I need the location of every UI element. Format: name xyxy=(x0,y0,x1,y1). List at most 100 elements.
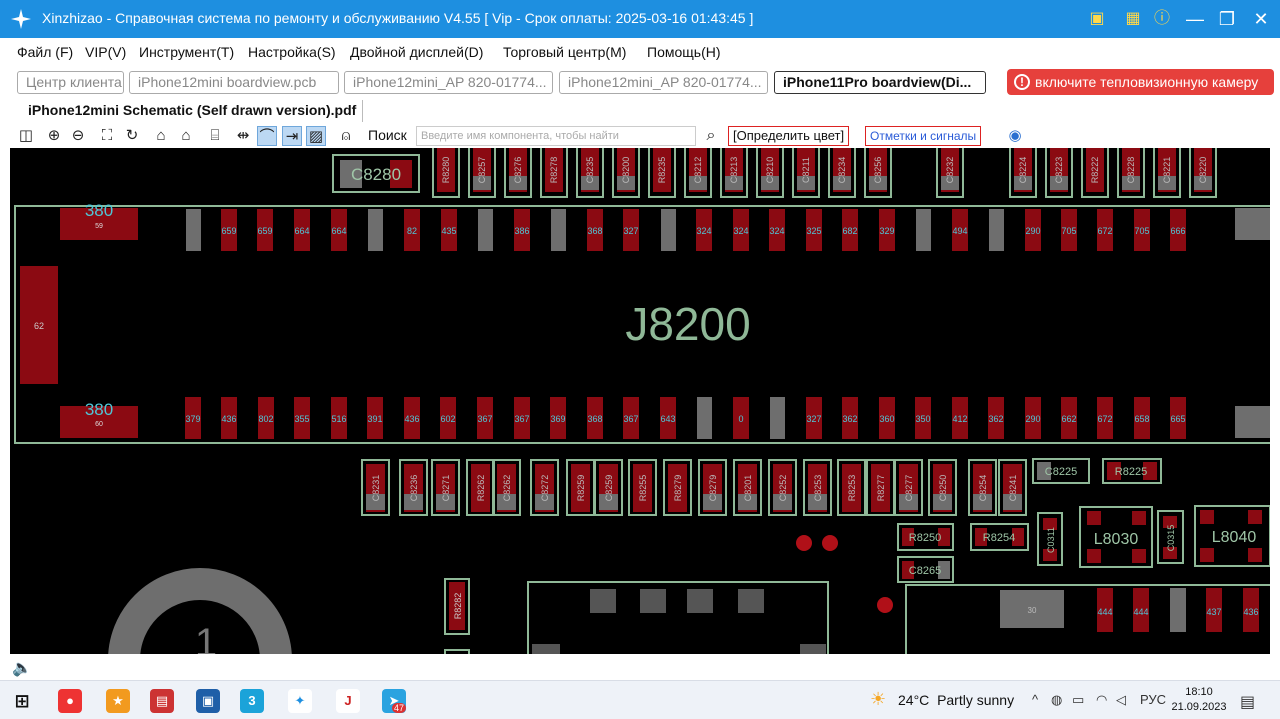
row2-pin-label-19: 412 xyxy=(952,414,967,424)
pad-grey-right-top[interactable] xyxy=(1235,208,1270,240)
diode-mode-icon[interactable]: ⇥ xyxy=(282,126,302,146)
flip-bottom-icon[interactable]: ⌂ xyxy=(176,126,196,146)
chip-pad-5[interactable] xyxy=(532,644,560,654)
tab-ap-schematic-1[interactable]: iPhone12mini_AP 820-01774... xyxy=(344,71,553,94)
split-view-icon[interactable]: ◫ xyxy=(16,126,36,146)
via-2[interactable] xyxy=(822,535,838,551)
pad-l8030-d[interactable] xyxy=(1132,549,1146,563)
label-c8277: C8277 xyxy=(904,475,914,502)
title-bar: Xinzhizao - Справочная система по ремонт… xyxy=(0,0,1280,38)
row2-grey-pin-0[interactable] xyxy=(697,397,712,439)
menu-settings[interactable]: Настройка(S) xyxy=(248,44,336,60)
language-indicator[interactable]: РУС xyxy=(1140,692,1166,707)
app-3-icon[interactable]: 3 xyxy=(240,689,264,713)
via-1[interactable] xyxy=(796,535,812,551)
tab-boardview-pcb[interactable]: iPhone12mini boardview.pcb xyxy=(129,71,339,94)
chrome-icon[interactable]: ● xyxy=(58,689,82,713)
pad-l8030-b[interactable] xyxy=(1132,511,1146,525)
mouse-icon[interactable]: ⍝ xyxy=(336,126,356,146)
chip-pad-4[interactable] xyxy=(738,589,764,613)
row1-grey-pin-3[interactable] xyxy=(551,209,566,251)
zoom-in-icon[interactable]: ⊕ xyxy=(44,126,64,146)
chip-pad-3[interactable] xyxy=(687,589,713,613)
label-c8250: C8250 xyxy=(938,475,948,502)
row1-grey-pin-6[interactable] xyxy=(989,209,1004,251)
board-svg[interactable]: J8200 62 380 59 380 60 C8280 R8280 C8257 C… xyxy=(10,148,1270,654)
tab-11pro-boardview[interactable]: iPhone11Pro boardview(Di... xyxy=(774,71,986,94)
tab-schematic-pdf[interactable]: iPhone12mini Schematic (Self drawn versi… xyxy=(28,102,356,118)
mirror-icon[interactable]: ⇹ xyxy=(233,126,253,146)
chip-pad-2[interactable] xyxy=(640,589,666,613)
weather-text[interactable]: 24°C Partly sunny xyxy=(898,692,1014,708)
pad-l8040-c[interactable] xyxy=(1200,548,1214,562)
chip-pad-1[interactable] xyxy=(590,589,616,613)
start-icon[interactable]: ⊞ xyxy=(10,689,34,713)
xinzhizao-taskbar-icon[interactable]: ✦ xyxy=(288,689,312,713)
menu-help[interactable]: Помощь(H) xyxy=(647,44,721,60)
clock[interactable]: 18:10 21.09.2023 xyxy=(1168,685,1230,715)
pad-l8040-d[interactable] xyxy=(1248,548,1262,562)
volume-icon[interactable]: ◁ xyxy=(1116,692,1126,708)
row1-grey-pin-1[interactable] xyxy=(368,209,383,251)
menu-dual-display[interactable]: Двойной дисплей(D) xyxy=(350,44,483,60)
pad-l8040-b[interactable] xyxy=(1248,510,1262,524)
tab-customer-center[interactable]: Центр клиента xyxy=(17,71,124,94)
search-label: Поиск xyxy=(368,127,407,143)
eye-icon[interactable]: ◉ xyxy=(1005,126,1025,146)
close-button[interactable]: ✕ xyxy=(1246,6,1276,32)
pad-grey-c[interactable] xyxy=(1170,588,1186,632)
tray-chevron-icon[interactable]: ^ xyxy=(1032,692,1038,707)
boardview-canvas[interactable]: J8200 62 380 59 380 60 C8280 R8280 C8257 C… xyxy=(10,148,1270,654)
row1-grey-pin-0[interactable] xyxy=(186,209,201,251)
help-icon[interactable]: ⓘ xyxy=(1151,8,1173,30)
net-highlight-icon[interactable]: ⌒ xyxy=(257,126,277,146)
component-label-c8280: C8280 xyxy=(351,165,401,184)
zoom-out-icon[interactable]: ⊖ xyxy=(68,126,88,146)
chip-pad-6[interactable] xyxy=(800,644,826,654)
label-c8279: C8279 xyxy=(708,475,718,502)
pad-grey-right-bottom[interactable] xyxy=(1235,406,1270,438)
search-icon[interactable]: ⌕ xyxy=(701,126,721,146)
battery-icon[interactable]: ▭ xyxy=(1072,692,1084,708)
pad-l8040-a[interactable] xyxy=(1200,510,1214,524)
row1-grey-pin-4[interactable] xyxy=(661,209,676,251)
notifications-icon[interactable]: ▤ xyxy=(1240,692,1255,712)
wifi-icon[interactable]: ◠ xyxy=(1096,692,1107,708)
row1-pin-label-10: 324 xyxy=(733,226,748,236)
menu-store[interactable]: Торговый центр(M) xyxy=(503,44,626,60)
menu-tools[interactable]: Инструмент(T) xyxy=(139,44,234,60)
thermal-camera-button[interactable]: ! включите тепловизионную камеру xyxy=(1007,69,1274,95)
calendar-icon[interactable]: ▦ xyxy=(1122,8,1144,30)
row1-grey-pin-5[interactable] xyxy=(916,209,931,251)
speaker-icon[interactable]: 🔈 xyxy=(12,658,32,678)
label-c8234: C8234 xyxy=(837,157,847,184)
top-component-row: R8280 C8257 C8276 R8278 C8235 C8200 R8235 C8212… xyxy=(432,148,1217,198)
layer-view-icon[interactable]: ▨ xyxy=(306,126,326,146)
briefcase-icon[interactable]: ▣ xyxy=(1086,8,1108,30)
app-cards-icon[interactable]: ▤ xyxy=(150,689,174,713)
rotate-icon[interactable]: ↻ xyxy=(122,126,142,146)
tab-ap-schematic-2[interactable]: iPhone12mini_AP 820-01774... xyxy=(559,71,768,94)
minimize-button[interactable]: — xyxy=(1180,6,1210,32)
row2-pin-label-18: 350 xyxy=(915,414,930,424)
label-c8253: C8253 xyxy=(813,475,823,502)
save-app-icon[interactable]: ▣ xyxy=(196,689,220,713)
search-input[interactable]: Введите имя компонента, чтобы найти xyxy=(416,126,696,146)
app-j-icon[interactable]: J xyxy=(336,689,360,713)
signals-button[interactable]: Отметки и сигналы xyxy=(865,126,982,146)
menu-file[interactable]: Файл (F) xyxy=(17,44,73,60)
flip-top-icon[interactable]: ⌂ xyxy=(151,126,171,146)
row1-grey-pin-2[interactable] xyxy=(478,209,493,251)
restore-button[interactable]: ❐ xyxy=(1212,6,1242,32)
status-bar: 🔈 xyxy=(0,654,1280,680)
identify-color-button[interactable]: [Определить цвет] xyxy=(728,126,850,146)
row2-grey-pin-1[interactable] xyxy=(770,397,785,439)
fit-screen-icon[interactable]: ⛶ xyxy=(97,126,117,146)
tray-app-icon[interactable]: ◍ xyxy=(1051,692,1062,708)
pad-l8030-a[interactable] xyxy=(1087,511,1101,525)
menu-vip[interactable]: VIP(V) xyxy=(85,44,126,60)
app-orange-icon[interactable]: ★ xyxy=(106,689,130,713)
via-3[interactable] xyxy=(877,597,893,613)
paint-icon[interactable]: ⌸ xyxy=(205,126,225,146)
pad-l8030-c[interactable] xyxy=(1087,549,1101,563)
